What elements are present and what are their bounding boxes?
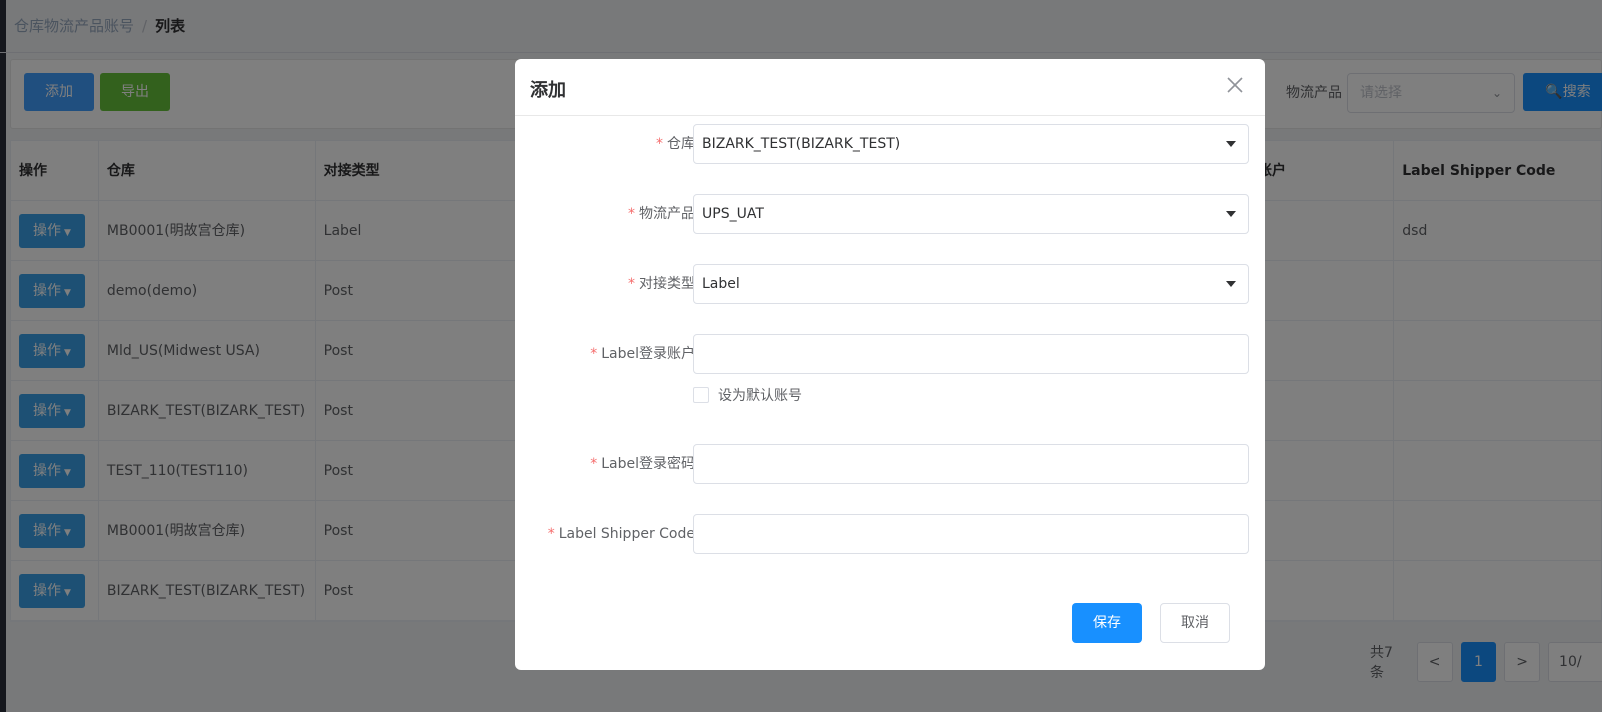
dialog-title: 添加 [530, 80, 566, 101]
required-mark: * [590, 346, 598, 362]
product-label-text: 物流产品 [639, 206, 695, 222]
form-row-type: * 对接类型 Label [515, 264, 1265, 304]
form-row-password: * Label登录密码 [515, 444, 1265, 484]
account-input[interactable] [693, 334, 1249, 374]
warehouse-select[interactable]: BIZARK_TEST(BIZARK_TEST) [693, 124, 1249, 164]
caret-down-icon [1226, 281, 1236, 287]
form-row-product: * 物流产品 UPS_UAT [515, 194, 1265, 234]
warehouse-select-value: BIZARK_TEST(BIZARK_TEST) [702, 136, 901, 152]
password-label-text: Label登录密码 [601, 456, 695, 472]
account-label-text: Label登录账户 [601, 346, 695, 362]
type-select[interactable]: Label [693, 264, 1249, 304]
warehouse-label-text: 仓库 [667, 136, 695, 152]
default-account-label[interactable]: 设为默认账号 [718, 385, 802, 405]
required-mark: * [656, 136, 663, 152]
form-row-account: * Label登录账户 [515, 334, 1265, 374]
required-mark: * [628, 276, 635, 292]
type-label-text: 对接类型 [639, 276, 695, 292]
password-input[interactable] [693, 444, 1249, 484]
account-label: * Label登录账户 [590, 334, 695, 374]
password-label: * Label登录密码 [590, 444, 695, 484]
cancel-button[interactable]: 取消 [1160, 603, 1230, 643]
caret-down-icon [1226, 211, 1236, 217]
product-select-value: UPS_UAT [702, 206, 764, 222]
product-select[interactable]: UPS_UAT [693, 194, 1249, 234]
default-account-checkbox[interactable] [693, 387, 709, 403]
product-label: * 物流产品 [628, 194, 695, 234]
form-row-shipper-code: * Label Shipper Code [515, 514, 1265, 554]
default-account-checkbox-row[interactable]: 设为默认账号 [693, 385, 802, 405]
shipper-code-input[interactable] [693, 514, 1249, 554]
required-mark: * [628, 206, 635, 222]
shipper-code-label: * Label Shipper Code [548, 514, 695, 554]
add-dialog: 添加 * 仓库 BIZARK_TEST(BIZARK_TEST) * 物流产品 UP… [515, 59, 1265, 670]
save-button[interactable]: 保存 [1072, 603, 1142, 643]
required-mark: * [547, 526, 555, 542]
close-icon[interactable] [1223, 73, 1247, 97]
dialog-header: 添加 [515, 59, 1265, 116]
required-mark: * [590, 456, 598, 472]
shipper-code-label-text: Label Shipper Code [558, 526, 695, 542]
warehouse-label: * 仓库 [656, 124, 695, 164]
form-row-warehouse: * 仓库 BIZARK_TEST(BIZARK_TEST) [515, 124, 1265, 164]
type-select-value: Label [702, 276, 740, 292]
type-label: * 对接类型 [628, 264, 695, 304]
caret-down-icon [1226, 141, 1236, 147]
